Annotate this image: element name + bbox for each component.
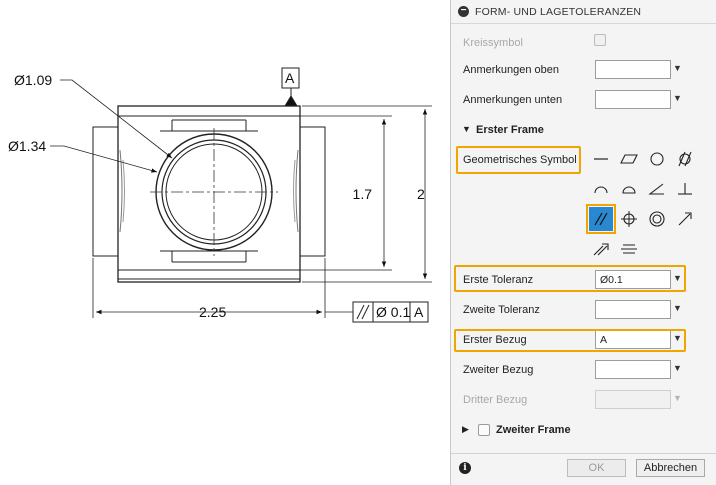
circularity-icon[interactable] — [645, 147, 669, 171]
dritter-bezug-label: Dritter Bezug — [463, 394, 528, 406]
row-erster-bezug: Erster Bezug A ▼ — [451, 330, 716, 352]
dritter-bezug-dropdown-icon[interactable]: ▼ — [673, 393, 682, 403]
technical-drawing: Ø1.09 Ø1.34 A 1.7 2 2.25 Ø 0.1 A — [8, 67, 432, 323]
erster-bezug-dropdown-icon[interactable]: ▼ — [673, 333, 682, 343]
kreissymbol-checkbox[interactable] — [594, 34, 606, 46]
cylindricity-icon[interactable] — [673, 147, 697, 171]
circular-runout-icon[interactable] — [673, 207, 697, 231]
zweite-toleranz-input[interactable] — [595, 300, 671, 319]
straightness-icon[interactable] — [589, 147, 613, 171]
profile-surface-icon[interactable] — [617, 177, 641, 201]
erste-toleranz-dropdown-icon[interactable]: ▼ — [673, 273, 682, 283]
drawing-canvas[interactable]: Ø1.09 Ø1.34 A 1.7 2 2.25 Ø 0.1 A — [0, 0, 450, 485]
dritter-bezug-input[interactable] — [595, 390, 671, 409]
dim-height-inner[interactable]: 1.7 — [353, 186, 373, 202]
expand-down-icon[interactable]: ▼ — [462, 124, 471, 134]
expand-right-icon[interactable]: ▶ — [462, 424, 469, 435]
row-anmerkungen-unten: Anmerkungen unten ▼ — [451, 90, 716, 112]
dim-diameter-outer[interactable]: Ø1.34 — [8, 138, 46, 154]
dim-diameter-inner[interactable]: Ø1.09 — [14, 72, 52, 88]
row-zweite-toleranz: Zweite Toleranz ▼ — [451, 300, 716, 322]
perpendicularity-icon[interactable] — [673, 177, 697, 201]
section-erster-frame[interactable]: ▼ Erster Frame — [451, 121, 716, 141]
fcf-datum[interactable]: A — [414, 304, 424, 320]
row-kreissymbol: Kreissymbol — [451, 33, 716, 55]
ok-button[interactable]: OK — [567, 459, 626, 477]
datum-label[interactable]: A — [285, 70, 295, 86]
angularity-icon[interactable] — [645, 177, 669, 201]
panel-header[interactable]: − FORM- UND LAGETOLERANZEN — [451, 0, 716, 24]
zweiter-bezug-dropdown-icon[interactable]: ▼ — [673, 363, 682, 373]
row-anmerkungen-oben: Anmerkungen oben ▼ — [451, 60, 716, 82]
zweiter-frame-checkbox[interactable] — [478, 424, 490, 436]
collapse-icon[interactable]: − — [458, 6, 469, 17]
panel-title: FORM- UND LAGETOLERANZEN — [475, 6, 642, 18]
position-icon[interactable] — [617, 207, 641, 231]
anmerkungen-unten-label: Anmerkungen unten — [463, 94, 563, 106]
zweite-toleranz-dropdown-icon[interactable]: ▼ — [673, 303, 682, 313]
profile-line-icon[interactable] — [589, 177, 613, 201]
erste-toleranz-input[interactable]: Ø0.1 — [595, 270, 671, 289]
kreissymbol-label: Kreissymbol — [463, 37, 523, 49]
panel-footer: i OK Abbrechen — [451, 453, 716, 485]
zweiter-bezug-label: Zweiter Bezug — [463, 364, 534, 376]
symmetry-icon[interactable] — [617, 237, 641, 261]
row-zweiter-bezug: Zweiter Bezug ▼ — [451, 360, 716, 382]
fcf-tolerance[interactable]: Ø 0.1 — [376, 304, 410, 320]
gdt-panel: − FORM- UND LAGETOLERANZEN Kreissymbol A… — [450, 0, 716, 485]
anmerkungen-unten-dropdown-icon[interactable]: ▼ — [673, 93, 682, 103]
flatness-icon[interactable] — [617, 147, 641, 171]
anmerkungen-oben-label: Anmerkungen oben — [463, 64, 560, 76]
zweiter-frame-title: Zweiter Frame — [496, 424, 571, 436]
anmerkungen-oben-dropdown-icon[interactable]: ▼ — [673, 63, 682, 73]
erster-bezug-label: Erster Bezug — [463, 334, 527, 346]
erster-bezug-input[interactable]: A — [595, 330, 671, 349]
zweite-toleranz-label: Zweite Toleranz — [463, 304, 540, 316]
section-zweiter-frame[interactable]: ▶ Zweiter Frame — [451, 421, 716, 441]
concentricity-icon[interactable] — [645, 207, 669, 231]
row-erste-toleranz: Erste Toleranz Ø0.1 ▼ — [451, 270, 716, 292]
total-runout-icon[interactable] — [589, 237, 613, 261]
zweiter-bezug-input[interactable] — [595, 360, 671, 379]
anmerkungen-unten-input[interactable] — [595, 90, 671, 109]
erste-toleranz-label: Erste Toleranz — [463, 274, 534, 286]
dim-height-outer[interactable]: 2 — [417, 186, 425, 202]
erster-frame-title: Erster Frame — [476, 124, 544, 136]
geometrisches-symbol-label: Geometrisches Symbol — [463, 154, 577, 166]
anmerkungen-oben-input[interactable] — [595, 60, 671, 79]
info-icon[interactable]: i — [459, 462, 471, 474]
dim-width[interactable]: 2.25 — [199, 304, 226, 320]
parallelism-icon[interactable] — [586, 204, 616, 234]
row-dritter-bezug: Dritter Bezug ▼ — [451, 390, 716, 412]
cancel-button[interactable]: Abbrechen — [636, 459, 705, 477]
